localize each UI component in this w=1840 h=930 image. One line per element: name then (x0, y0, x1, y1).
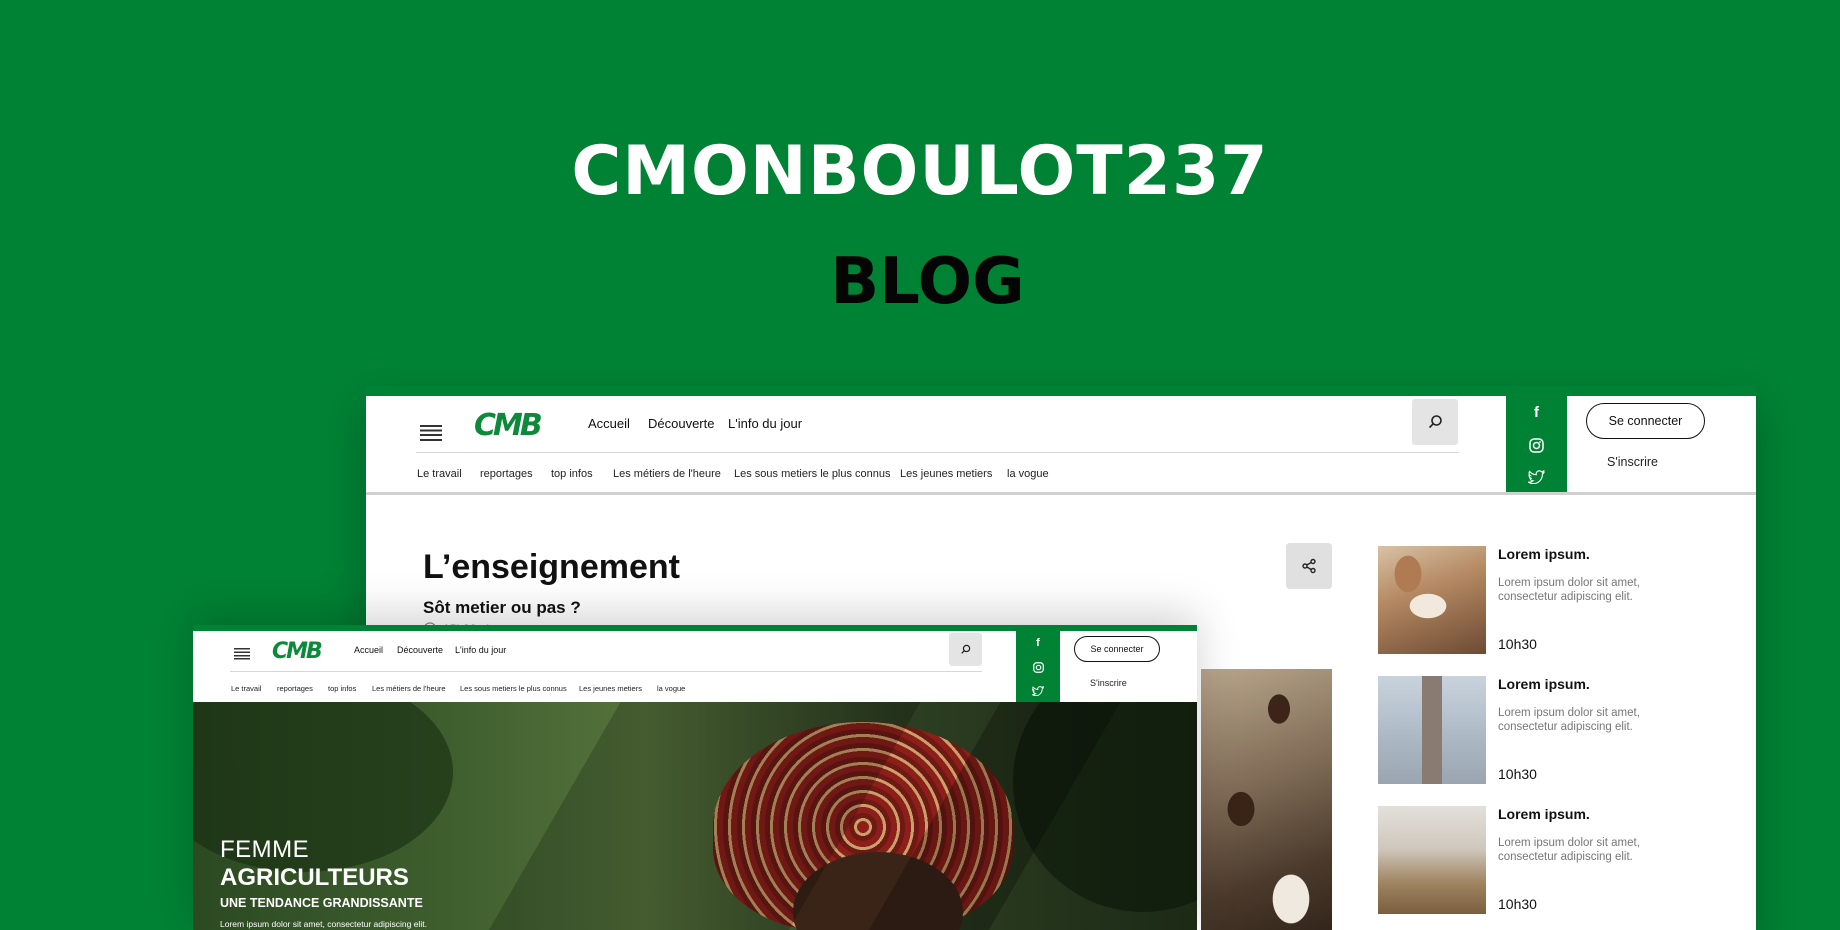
signup-link[interactable]: S'inscrire (1090, 678, 1127, 688)
share-icon (1302, 558, 1316, 574)
article-subtitle: Sôt metier ou pas ? (423, 598, 581, 617)
login-button[interactable]: Se connecter (1074, 636, 1160, 662)
nav-info-du-jour[interactable]: L'info du jour (728, 416, 802, 431)
header-bottom-border (366, 492, 1756, 495)
cat-top-infos[interactable]: top infos (328, 684, 356, 693)
cat-metiers-heure[interactable]: Les métiers de l'heure (372, 684, 446, 693)
facebook-icon[interactable]: f (1036, 637, 1040, 649)
facebook-icon[interactable]: f (1534, 404, 1539, 421)
hero-title: CMONBOULOT237 (571, 132, 1269, 211)
search-button[interactable] (949, 633, 982, 666)
login-button[interactable]: Se connecter (1586, 403, 1705, 439)
nav-info-du-jour[interactable]: L'info du jour (455, 645, 506, 655)
cat-la-vogue[interactable]: la vogue (657, 684, 685, 693)
article-image (1201, 669, 1332, 930)
sidebar-card-desc: Lorem ipsum dolor sit amet, consectetur … (1498, 577, 1640, 603)
sidebar-thumbnail (1378, 806, 1486, 914)
share-button[interactable] (1286, 543, 1332, 589)
cat-reportages[interactable]: reportages (480, 468, 533, 480)
cat-le-travail[interactable]: Le travail (231, 684, 261, 693)
sidebar-card[interactable]: Lorem ipsum. Lorem ipsum dolor sit amet,… (1378, 546, 1698, 654)
sidebar-card-time: 10h30 (1498, 636, 1537, 652)
twitter-icon[interactable] (1032, 685, 1044, 696)
social-column: f (1016, 631, 1060, 702)
search-button[interactable] (1412, 399, 1458, 445)
search-icon (1428, 415, 1442, 429)
cat-jeunes-metiers[interactable]: Les jeunes metiers (900, 468, 992, 480)
cmb-logo[interactable]: CMB (473, 409, 563, 439)
hero-subtitle: BLOG (830, 245, 1025, 319)
logo-text: CMB (272, 639, 322, 662)
twitter-icon[interactable] (1528, 469, 1545, 484)
feature-line-2: AGRICULTEURS (220, 864, 409, 891)
instagram-icon[interactable] (1032, 662, 1044, 673)
instagram-icon[interactable] (1529, 438, 1544, 453)
menu-icon[interactable] (420, 425, 442, 441)
feature-image: FEMME AGRICULTEURS UNE TENDANCE GRANDISS… (193, 702, 1197, 930)
cmb-logo[interactable]: CMB (271, 638, 337, 662)
feature-line-1: FEMME (220, 836, 310, 863)
cat-reportages[interactable]: reportages (277, 684, 313, 693)
nav-decouverte[interactable]: Découverte (397, 645, 443, 655)
nav-accueil[interactable]: Accueil (354, 645, 383, 655)
header-divider (416, 452, 1459, 453)
logo-text: CMB (474, 409, 541, 439)
header-divider (230, 671, 982, 672)
cat-sous-metiers[interactable]: Les sous metiers le plus connus (460, 684, 567, 693)
sidebar-card-desc: Lorem ipsum dolor sit amet, consectetur … (1498, 837, 1640, 863)
article-title: L’enseignement (423, 548, 680, 586)
sidebar-card-title: Lorem ipsum. (1498, 676, 1590, 692)
cat-top-infos[interactable]: top infos (551, 468, 593, 480)
sidebar-card-title: Lorem ipsum. (1498, 546, 1590, 562)
search-icon (961, 644, 971, 654)
sidebar-card-time: 10h30 (1498, 896, 1537, 912)
sidebar-thumbnail (1378, 546, 1486, 654)
menu-icon[interactable] (234, 648, 250, 660)
feature-line-3: UNE TENDANCE GRANDISSANTE (220, 896, 423, 910)
sidebar-card-desc: Lorem ipsum dolor sit amet, consectetur … (1498, 707, 1640, 733)
sidebar-card[interactable]: Lorem ipsum. Lorem ipsum dolor sit amet,… (1378, 676, 1698, 784)
sidebar-card[interactable]: Lorem ipsum. Lorem ipsum dolor sit amet,… (1378, 806, 1698, 914)
cat-la-vogue[interactable]: la vogue (1007, 468, 1049, 480)
cat-le-travail[interactable]: Le travail (417, 468, 462, 480)
nav-decouverte[interactable]: Découverte (648, 416, 714, 431)
nav-accueil[interactable]: Accueil (588, 416, 630, 431)
social-column: f (1506, 396, 1567, 492)
cat-sous-metiers[interactable]: Les sous metiers le plus connus (734, 468, 891, 480)
sidebar-card-title: Lorem ipsum. (1498, 806, 1590, 822)
cat-metiers-heure[interactable]: Les métiers de l'heure (613, 468, 721, 480)
feature-body: Lorem ipsum dolor sit amet, consectetur … (220, 919, 427, 929)
sidebar-thumbnail (1378, 676, 1486, 784)
cat-jeunes-metiers[interactable]: Les jeunes metiers (579, 684, 642, 693)
blog-home-preview: CMB Accueil Découverte L'info du jour Le… (193, 625, 1197, 930)
signup-link[interactable]: S'inscrire (1607, 455, 1658, 469)
sidebar-card-time: 10h30 (1498, 766, 1537, 782)
